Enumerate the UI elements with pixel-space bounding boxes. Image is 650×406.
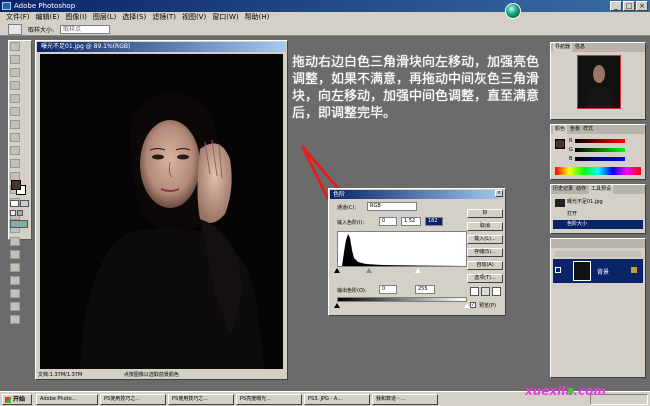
task-ps-exposure[interactable]: PS亮度曝光... (236, 394, 302, 405)
preview-checkbox[interactable]: ✓ (470, 302, 476, 308)
levels-dialog-title: 色阶 (330, 190, 504, 199)
input-black-slider[interactable] (334, 268, 340, 273)
start-button[interactable]: 开始 (2, 394, 32, 405)
task-ps3-jpg[interactable]: PS3. JPG - A... (304, 394, 370, 405)
layers-panel: 背景 (550, 238, 646, 378)
site-watermark: xuexila.com (525, 384, 606, 398)
tab-actions[interactable]: 动作 (576, 185, 586, 194)
snapshot-thumbnail (555, 199, 565, 207)
histogram-graph (338, 234, 466, 266)
input-gamma-slider[interactable] (366, 268, 372, 273)
output-white-field[interactable]: 255 (415, 285, 435, 294)
color-ramp[interactable] (555, 167, 641, 175)
layer-lock-icon (631, 267, 637, 273)
navigator-tabs: 导航器 信息 (551, 43, 645, 52)
auto-button[interactable]: 自动(A) (467, 261, 503, 270)
levels-dialog: 色阶 × 通道(C): RGB 输入色阶(I): 0 1.52 182 输出色阶… (328, 188, 506, 316)
history-item-label: 打开 (567, 211, 578, 217)
task-ps-tips-1[interactable]: PS使用技巧之... (100, 394, 166, 405)
foreground-color-swatch[interactable] (11, 180, 21, 190)
tab-navigator[interactable]: 导航器 (553, 43, 573, 52)
preview-label: 预览(P) (479, 303, 496, 309)
navigator-preview-image (586, 65, 614, 108)
layer-name: 背景 (597, 269, 610, 276)
layers-blend-row (555, 251, 641, 257)
color-panel: 颜色 色板 样式 R G B (550, 124, 646, 180)
navigator-panel: 导航器 信息 (550, 42, 646, 120)
input-white-field[interactable]: 182 (425, 217, 443, 226)
snapshot-label: 曝光不足01.jpg (567, 199, 603, 205)
r-slider[interactable] (575, 139, 625, 143)
history-item[interactable]: 打开 (553, 210, 643, 219)
save-button[interactable]: 存储(S)... (467, 248, 503, 257)
g-slider[interactable] (575, 148, 625, 152)
history-item-label: 色阶大小 (567, 221, 588, 227)
tab-color[interactable]: 颜色 (553, 125, 568, 134)
tab-history[interactable]: 历史记录 (553, 185, 573, 194)
tab-info[interactable]: 信息 (575, 43, 585, 52)
channel-label: 通道(C): (337, 205, 357, 211)
output-black-slider[interactable] (334, 303, 340, 308)
b-slider[interactable] (575, 157, 625, 161)
layer-visibility-icon[interactable] (555, 267, 561, 273)
black-eyedropper-icon[interactable] (470, 287, 479, 296)
output-gradient-bar (337, 297, 467, 302)
r-channel-label: R (569, 138, 573, 144)
levels-close-button[interactable]: × (495, 190, 503, 197)
input-black-field[interactable]: 0 (379, 217, 397, 226)
history-panel: 历史记录 动作 工具预设 曝光不足01.jpg 打开 色阶大小 (550, 184, 646, 234)
channel-select[interactable]: RGB (367, 202, 417, 211)
color-tabs: 颜色 色板 样式 (551, 125, 645, 134)
output-black-field[interactable]: 0 (379, 285, 397, 294)
tab-swatches[interactable]: 色板 (570, 125, 580, 134)
ok-button[interactable]: 好 (467, 209, 503, 218)
layer-thumbnail (573, 261, 591, 281)
g-channel-label: G (569, 147, 573, 153)
tab-tool-presets[interactable]: 工具预设 (589, 185, 614, 194)
load-button[interactable]: 载入(L)... (467, 235, 503, 244)
input-levels-label: 输入色阶(I): (337, 220, 365, 226)
b-channel-label: B (569, 156, 573, 162)
start-label: 开始 (13, 396, 26, 403)
watermark-dot-icon (568, 388, 574, 394)
options-button[interactable]: 选项(T)... (467, 274, 503, 283)
background-layer-row[interactable]: 背景 (553, 259, 643, 283)
input-white-slider[interactable] (415, 268, 421, 273)
history-tabs: 历史记录 动作 工具预设 (551, 185, 645, 194)
history-item-active[interactable]: 色阶大小 (553, 220, 643, 229)
color-panel-fg-swatch[interactable] (555, 139, 565, 149)
cancel-button[interactable]: 取消 (467, 222, 503, 231)
tab-styles[interactable]: 样式 (583, 125, 593, 134)
task-ps-tips-2[interactable]: PS使用技巧之... (168, 394, 234, 405)
white-eyedropper-icon[interactable] (492, 287, 501, 296)
output-levels-label: 输出色阶(O): (337, 288, 367, 294)
layers-tabs (551, 239, 645, 248)
levels-histogram (337, 231, 467, 267)
windows-logo-icon (5, 397, 11, 403)
navigator-thumbnail[interactable] (577, 55, 621, 109)
history-snapshot[interactable]: 曝光不足01.jpg (553, 197, 643, 208)
task-photoshop[interactable]: Adobe Photo... (36, 394, 98, 405)
input-gamma-field[interactable]: 1.52 (401, 217, 421, 226)
gray-eyedropper-icon[interactable] (481, 287, 490, 296)
task-browser[interactable]: 我和数道 - ... (372, 394, 438, 405)
